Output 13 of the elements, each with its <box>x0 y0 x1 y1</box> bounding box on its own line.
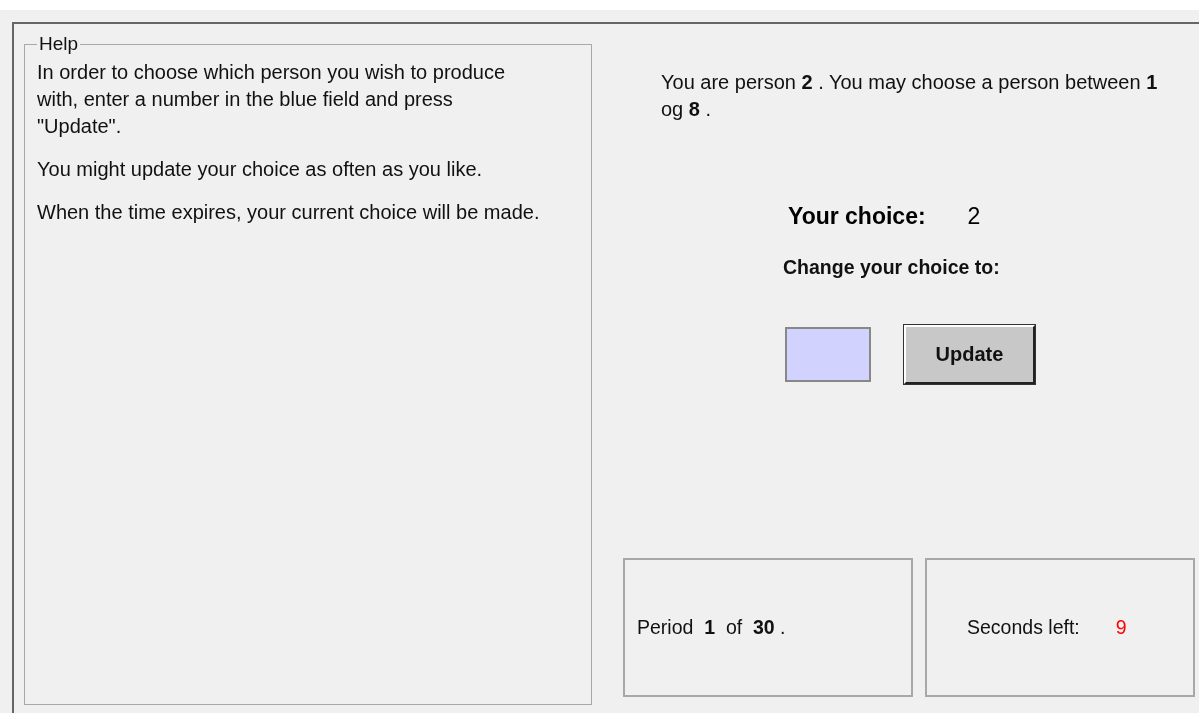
help-text: In order to choose which person you wish to produce with, enter a number in the blue field and press "Update". <box>37 60 507 139</box>
choice-input[interactable] <box>785 327 871 382</box>
help-title: Help <box>38 33 80 55</box>
timer-label: Seconds left: <box>967 616 1080 639</box>
help-text: You might update your choice as often as you like. <box>37 157 484 182</box>
period-text: Period 1 of 30 . <box>637 616 786 639</box>
update-button[interactable]: Update <box>904 325 1035 384</box>
choice-value: 2 <box>967 203 981 230</box>
change-label: Change your choice to: <box>783 256 1001 279</box>
timer-value: 9 <box>1115 616 1127 639</box>
choice-label: Your choice: <box>788 203 926 230</box>
help-text: When the time expires, your current choice will be made. <box>37 200 541 225</box>
intro-text: You are person 2 . You may choose a person between 1 og 8 . <box>661 70 1159 122</box>
